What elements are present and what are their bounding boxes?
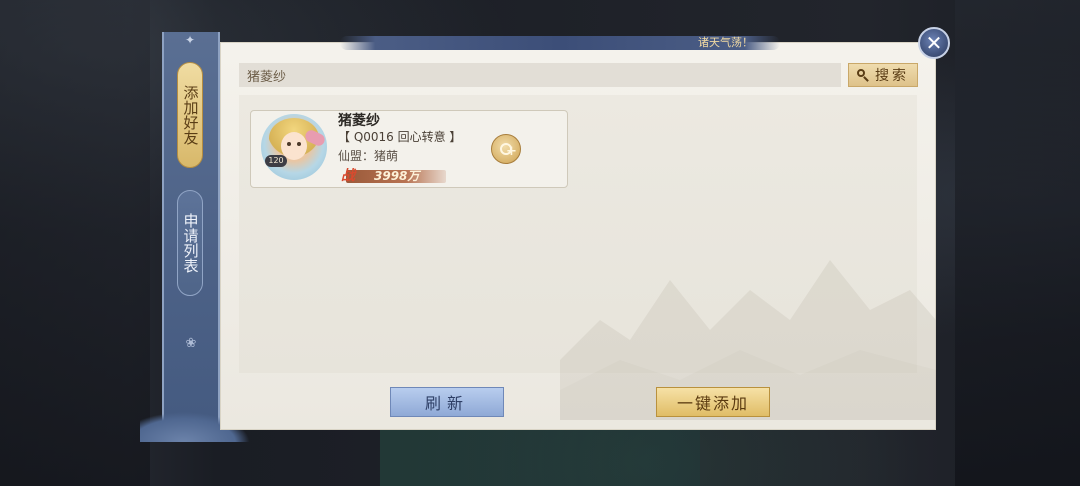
add-friend-icon[interactable] bbox=[491, 134, 521, 164]
panel-banner-text: 诸天气荡！ bbox=[698, 36, 753, 49]
tab-application-list-label: 申请列表 bbox=[181, 213, 200, 273]
close-button[interactable]: ✕ bbox=[918, 27, 950, 59]
tab-add-friend[interactable]: 添加好友 bbox=[177, 62, 203, 168]
friend-guild: 仙盟：猪萌 bbox=[338, 149, 399, 163]
refresh-button[interactable]: 刷新 bbox=[390, 387, 504, 417]
level-badge: 120 bbox=[265, 155, 287, 167]
search-icon bbox=[857, 69, 869, 81]
tab-application-list[interactable]: 申请列表 bbox=[177, 190, 203, 296]
rail-top-ornament-icon: ✦ bbox=[184, 33, 196, 47]
search-input[interactable] bbox=[239, 63, 841, 87]
close-icon: ✕ bbox=[925, 31, 943, 55]
background-bottom-scene bbox=[380, 430, 700, 486]
tab-add-friend-label: 添加好友 bbox=[181, 85, 200, 145]
combat-power-icon: 战 bbox=[341, 168, 355, 184]
search-button[interactable]: 搜索 bbox=[848, 63, 918, 87]
background-left-panel bbox=[0, 0, 150, 486]
rail-lotus-ornament-icon: ❀ bbox=[185, 336, 197, 351]
friend-name: 猪菱纱 bbox=[338, 113, 380, 129]
combat-power-value: 3998万 bbox=[374, 169, 420, 183]
add-all-button[interactable]: 一键添加 bbox=[656, 387, 770, 417]
search-button-label: 搜索 bbox=[875, 68, 909, 84]
combat-power: 战 3998万 bbox=[338, 168, 446, 185]
avatar[interactable] bbox=[261, 114, 327, 180]
friend-title: 【 Q0016 回心转意 】 bbox=[338, 130, 462, 144]
background-right-panel bbox=[955, 0, 1080, 486]
